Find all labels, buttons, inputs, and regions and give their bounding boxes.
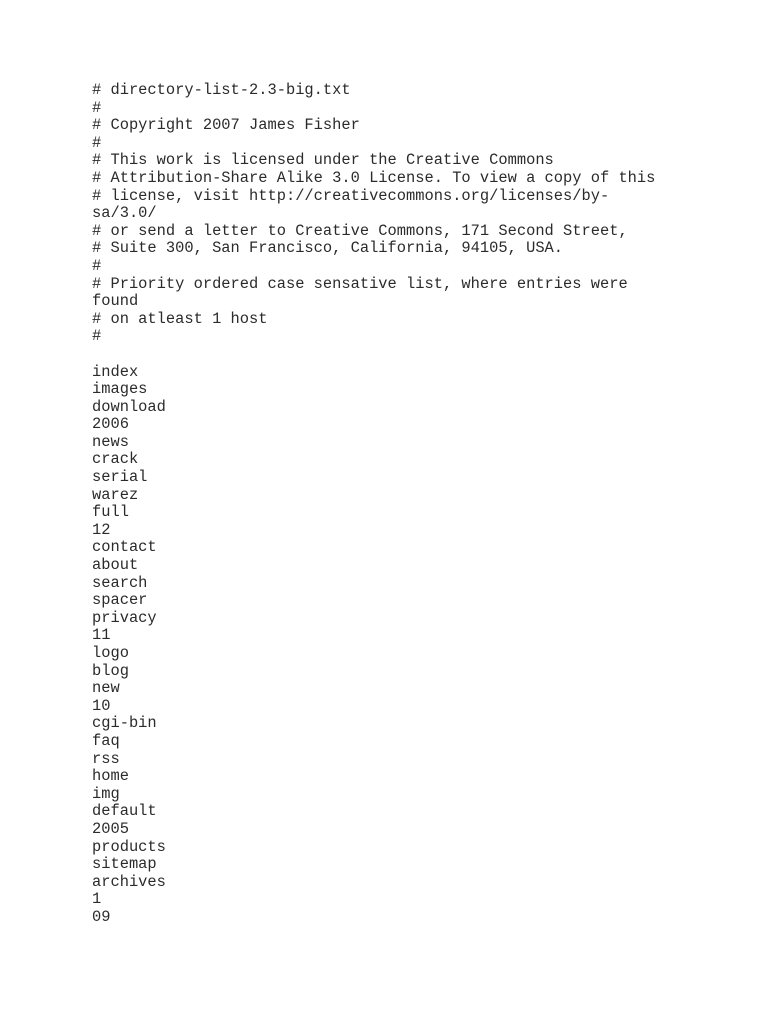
wordlist-entry: archives bbox=[92, 872, 166, 891]
document-page: # directory-list-2.3-big.txt # # Copyright… bbox=[0, 0, 768, 1024]
wordlist-entry: images bbox=[92, 380, 148, 399]
comment-line: # on atleast 1 host bbox=[92, 309, 268, 328]
wordlist-entry: sitemap bbox=[92, 855, 157, 874]
wordlist-entry: 12 bbox=[92, 520, 111, 539]
wordlist-entry: default bbox=[92, 802, 157, 821]
wordlist-entry: 10 bbox=[92, 696, 111, 715]
wordlist-entry: warez bbox=[92, 485, 139, 504]
wordlist-entry: serial bbox=[92, 468, 148, 487]
wordlist-entry: 1 bbox=[92, 890, 102, 909]
wordlist-entry: about bbox=[92, 556, 139, 575]
wordlist-entry: index bbox=[92, 362, 139, 381]
wordlist-entry: search bbox=[92, 573, 148, 592]
wordlist-entry: crack bbox=[92, 450, 139, 469]
comment-line: # This work is licensed under the Creati… bbox=[92, 151, 554, 170]
comment-line: # Suite 300, San Francisco, California, … bbox=[92, 239, 564, 258]
comment-line: # bbox=[92, 98, 102, 117]
wordlist-entry: 11 bbox=[92, 626, 111, 645]
wordlist-entry: cgi-bin bbox=[92, 714, 157, 733]
wordlist-entry: download bbox=[92, 397, 166, 416]
comment-line: # license, visit http://creativecommons.… bbox=[92, 186, 610, 223]
wordlist-entry: 09 bbox=[92, 907, 111, 926]
wordlist-entry: products bbox=[92, 837, 166, 856]
wordlist-entry: blog bbox=[92, 661, 129, 680]
comment-line: # Copyright 2007 James Fisher bbox=[92, 116, 360, 135]
comment-line: # bbox=[92, 256, 102, 275]
wordlist-entry: news bbox=[92, 432, 129, 451]
comment-line: # Priority ordered case sensative list, … bbox=[92, 274, 637, 311]
wordlist-entry: faq bbox=[92, 731, 120, 750]
wordlist-entry: 2006 bbox=[92, 415, 129, 434]
wordlist-entry: privacy bbox=[92, 608, 157, 627]
comment-line: # directory-list-2.3-big.txt bbox=[92, 81, 351, 99]
comment-line: # bbox=[92, 327, 102, 346]
wordlist-entry: spacer bbox=[92, 591, 148, 610]
comment-line: # bbox=[92, 133, 102, 152]
wordlist-entry: home bbox=[92, 767, 129, 786]
wordlist-entry: img bbox=[92, 784, 120, 803]
comment-line: # or send a letter to Creative Commons, … bbox=[92, 221, 628, 240]
wordlist-entry: full bbox=[92, 503, 129, 522]
plaintext-document-body: # directory-list-2.3-big.txt # # Copyright… bbox=[92, 81, 662, 927]
wordlist-entry: 2005 bbox=[92, 819, 129, 838]
wordlist-entry: logo bbox=[92, 644, 129, 662]
comment-line: # Attribution-Share Alike 3.0 License. T… bbox=[92, 168, 656, 187]
wordlist-entry: new bbox=[92, 679, 120, 698]
wordlist-entry: rss bbox=[92, 749, 120, 768]
wordlist-entry: contact bbox=[92, 538, 157, 557]
